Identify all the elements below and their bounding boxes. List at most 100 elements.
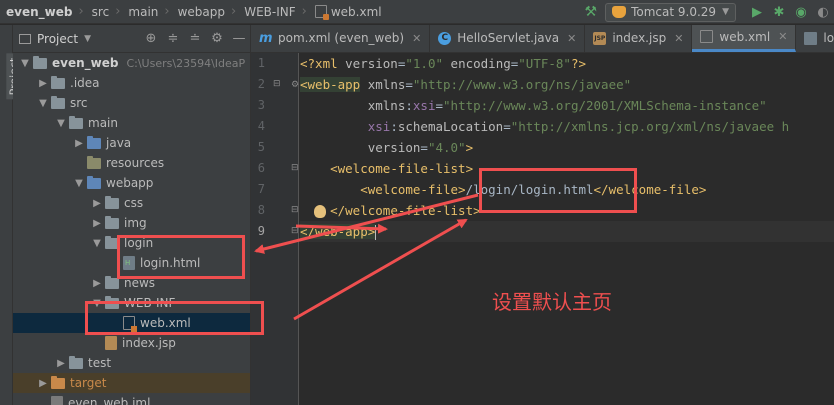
run-toolbar: ⚒ Tomcat 9.0.29 ▼ ▶ ✱ ◉ ◐ [585,0,834,24]
web-descriptor-icon[interactable]: ⚙ [291,80,299,90]
breadcrumb-web-xml[interactable]: web.xml [309,0,386,24]
chevron-down-icon[interactable]: ▼ [91,238,103,249]
fold-marker-icon[interactable]: ⊟ [291,163,299,173]
tree-item-label: java [106,136,132,150]
tree-item-label: main [88,116,118,130]
tree-item-css[interactable]: ▶ css [13,193,250,213]
tab-index-jsp[interactable]: JSP index.jsp ✕ [585,25,693,52]
debug-icon[interactable]: ✱ [768,5,790,20]
collapse-all-icon[interactable]: ≐ [184,31,206,46]
build-hammer-icon[interactable]: ⚒ [585,4,598,20]
tree-item-img[interactable]: ▶ img [13,213,250,233]
folder-icon [51,75,65,89]
source-folder-icon [87,135,101,149]
line-number: 7 [257,182,265,196]
breadcrumb-web-inf[interactable]: WEB-INF [238,0,299,24]
chevron-down-icon[interactable]: ▼ [84,34,91,44]
chevron-down-icon[interactable]: ▼ [55,118,67,129]
excluded-folder-icon [51,375,65,389]
tree-item-java[interactable]: ▶ java [13,133,250,153]
tree-item-even-web[interactable]: ▼ even_web C:\Users\23594\IdeaP [13,53,250,73]
module-folder-icon [33,55,47,69]
tab-pom-xml[interactable]: m pom.xml (even_web) ✕ [251,25,431,52]
chevron-right-icon[interactable]: ▶ [55,358,67,369]
project-view-icon [19,33,31,44]
close-icon[interactable]: ✕ [674,32,683,45]
folder-icon [105,195,119,209]
breadcrumb-separator: › [115,4,121,19]
profile-icon[interactable]: ◐ [812,5,834,20]
chevron-right-icon[interactable]: ▶ [91,218,103,229]
code-line-9: </web-app> [300,221,834,242]
annotation-text: 设置默认主页 [492,290,612,314]
tree-item-label: resources [106,156,165,170]
gear-icon[interactable]: ⚙ [206,31,228,46]
tab-login-html[interactable]: login.ht [796,25,834,52]
run-icon[interactable]: ▶ [746,5,768,20]
tab-hello-servlet[interactable]: C HelloServlet.java ✕ [430,25,586,52]
breadcrumb-separator: › [301,4,307,19]
project-panel-tools: ⊕ ≑ ≐ ⚙ — [140,31,250,46]
folder-icon [51,95,65,109]
code-line-3: xmlns:xsi="http://www.w3.org/2001/XMLSch… [367,98,767,113]
code-line-4: xsi:schemaLocation="http://xmlns.jcp.org… [367,119,790,134]
chevron-right-icon[interactable]: ▶ [91,198,103,209]
hide-panel-icon[interactable]: — [228,31,250,46]
chevron-right-icon[interactable]: ▶ [37,78,49,89]
tool-window-stripe: Project [0,25,22,405]
editor-gutter[interactable]: 1 2 3 4 5 6 7 8 9 ⊟ ⚙ ⊟ ⊟ ⊟ [251,53,299,405]
tree-item-label: img [124,216,147,230]
breadcrumb-main[interactable]: main [122,0,162,24]
project-panel-header: Project ▼ ⊕ ≑ ≐ ⚙ — [13,25,250,53]
run-configuration-label: Tomcat 9.0.29 [631,5,717,19]
chevron-right-icon[interactable]: ▶ [91,278,103,289]
code-line-1: <?xml version="1.0" encoding="UTF-8"?> [300,56,587,71]
close-icon[interactable]: ✕ [567,32,576,45]
code-editor[interactable]: <?xml version="1.0" encoding="UTF-8"?> <… [300,53,834,405]
fold-marker-icon[interactable]: ⊟ [291,205,299,215]
tab-web-xml[interactable]: web.xml ✕ [692,25,797,52]
fold-marker-icon[interactable]: ⊟ [291,226,299,236]
chevron-down-icon[interactable]: ▼ [37,98,49,109]
tree-item-label: test [88,356,112,370]
tab-label: index.jsp [612,31,667,45]
chevron-down-icon[interactable]: ▼ [73,178,85,189]
breadcrumb-separator: › [78,4,84,19]
tree-item-label: src [70,96,88,110]
chevron-right-icon[interactable]: ▶ [37,378,49,389]
breadcrumb-src[interactable]: src [86,0,114,24]
highlight-box-web-xml [85,301,264,335]
folder-icon [105,275,119,289]
html-file-icon [804,31,818,45]
tree-item-test[interactable]: ▶ test [13,353,250,373]
breadcrumb-project[interactable]: even_web [0,0,76,24]
tree-item-target[interactable]: ▶ target [13,373,250,393]
run-with-coverage-icon[interactable]: ◉ [790,5,812,20]
tree-item-index-jsp[interactable]: index.jsp [13,333,250,353]
tree-item-label: even_web [52,56,119,70]
tree-item-webapp[interactable]: ▼ webapp [13,173,250,193]
tree-item-main[interactable]: ▼ main [13,113,250,133]
project-view-selector[interactable]: Project [37,32,78,46]
chevron-right-icon[interactable]: ▶ [73,138,85,149]
iml-file-icon [51,396,63,405]
xml-file-icon [700,30,714,43]
close-icon[interactable]: ✕ [412,32,421,45]
line-number: 5 [257,140,265,154]
close-icon[interactable]: ✕ [778,30,787,43]
fold-marker-icon[interactable]: ⊟ [273,79,281,89]
tree-item-idea[interactable]: ▶ .idea [13,73,250,93]
chevron-down-icon[interactable]: ▼ [19,58,31,69]
tree-item-src[interactable]: ▼ src [13,93,250,113]
expand-all-icon[interactable]: ≑ [162,31,184,46]
locate-file-icon[interactable]: ⊕ [140,31,162,46]
breadcrumb-webapp[interactable]: webapp [172,0,229,24]
editor-tab-bar: m pom.xml (even_web) ✕ C HelloServlet.ja… [251,25,834,53]
breadcrumb-separator: › [231,4,237,19]
project-tool-window: Project ▼ ⊕ ≑ ≐ ⚙ — ▼ even_web C:\Users\23… [13,25,251,405]
tab-label: HelloServlet.java [457,31,560,45]
run-configuration-dropdown[interactable]: Tomcat 9.0.29 ▼ [605,2,736,22]
line-number: 8 [257,203,265,217]
tree-item-resources[interactable]: resources [13,153,250,173]
tree-item-even-web-iml[interactable]: even_web.iml [13,393,250,405]
